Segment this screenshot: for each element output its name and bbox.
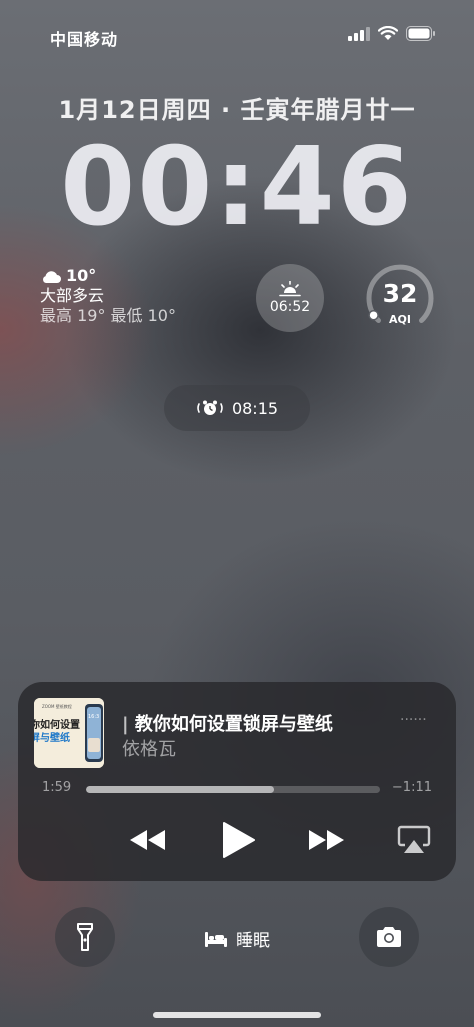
play-icon <box>223 822 255 858</box>
now-playing-card[interactable]: ZOOM 壁纸教程 你如何设置 屏与壁纸 16:3 | 教你如何设置锁屏与壁纸 … <box>18 682 456 881</box>
cover-line-1: 你如何设置 <box>34 718 80 731</box>
camera-icon <box>377 927 401 947</box>
lock-date: 1月12日周四 · 壬寅年腊月廿一 <box>58 96 416 124</box>
carrier-label: 中国移动 <box>50 30 119 49</box>
sleep-focus-label: 睡眠 <box>236 931 270 951</box>
alarm-pill[interactable]: 08:15 <box>164 385 310 431</box>
alarm-icon <box>197 400 223 415</box>
more-options-button[interactable]: ······ <box>400 712 427 728</box>
progress-fill <box>86 786 275 793</box>
weather-condition: 大部多云 <box>40 286 105 305</box>
airplay-icon <box>397 825 431 853</box>
weather-widget[interactable]: 10° 大部多云 最高 19° 最低 10° <box>40 266 176 326</box>
elapsed-time: 1:59 <box>42 780 72 795</box>
fast-forward-icon <box>309 830 344 850</box>
camera-button[interactable] <box>359 907 419 967</box>
alarm-time: 08:15 <box>231 398 279 418</box>
battery-icon <box>406 26 435 41</box>
sunrise-widget[interactable]: 06:52 <box>256 264 324 332</box>
fast-forward-button[interactable] <box>304 820 348 860</box>
song-title: | 教你如何设置锁屏与壁纸 <box>122 714 333 735</box>
aqi-value: 32 <box>382 279 418 308</box>
song-artist: 依格瓦 <box>122 739 176 760</box>
weather-temperature: 10° <box>66 266 97 285</box>
wifi-icon <box>378 26 398 40</box>
cover-phone-time: 16:3 <box>88 714 99 720</box>
remaining-time: −1:11 <box>391 780 432 795</box>
home-indicator[interactable] <box>153 1012 321 1018</box>
sunrise-icon <box>279 281 301 297</box>
cellular-signal-icon <box>348 26 370 41</box>
album-cover-art: ZOOM 壁纸教程 你如何设置 屏与壁纸 16:3 <box>34 698 104 768</box>
rewind-button[interactable] <box>126 820 170 860</box>
airplay-button[interactable] <box>392 820 436 860</box>
aqi-label: AQI <box>389 313 411 326</box>
partly-cloudy-icon <box>43 271 61 283</box>
weather-range: 最高 19° 最低 10° <box>40 306 176 325</box>
rewind-icon <box>130 830 165 850</box>
lock-time: 00:46 <box>60 125 414 250</box>
song-title-text: 教你如何设置锁屏与壁纸 <box>134 714 333 735</box>
cover-line-2: 屏与壁纸 <box>34 731 70 744</box>
status-icons <box>348 26 436 41</box>
bed-icon <box>205 931 227 947</box>
album-cover[interactable]: ZOOM 壁纸教程 你如何设置 屏与壁纸 16:3 <box>34 698 104 768</box>
aqi-widget[interactable]: 32 AQI <box>364 263 436 335</box>
progress-scrubber[interactable] <box>86 786 380 793</box>
play-button[interactable] <box>216 820 260 860</box>
cover-tag: ZOOM 壁纸教程 <box>42 703 72 709</box>
sunrise-time: 06:52 <box>269 299 311 315</box>
